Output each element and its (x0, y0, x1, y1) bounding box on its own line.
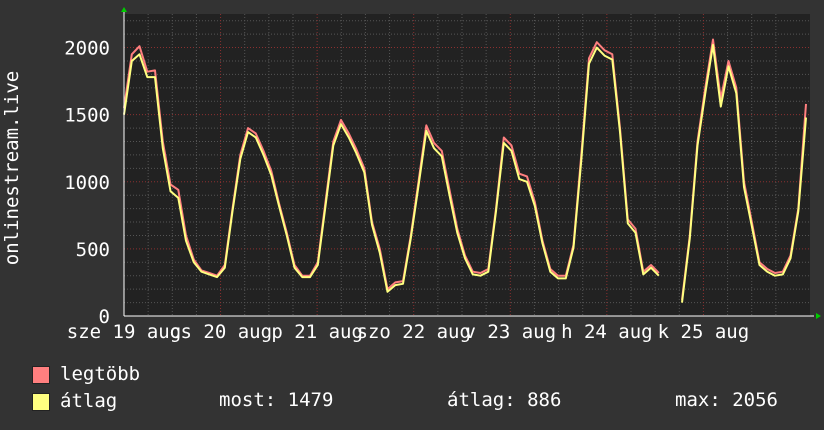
x-tick-label: v 23 aug (465, 321, 557, 343)
x-tick-label: k 25 aug (658, 321, 750, 343)
legend-label-avg: átlag (60, 390, 118, 412)
x-axis-arrow-icon (816, 313, 821, 319)
x-tick-label: p 21 aug (271, 321, 363, 343)
x-tick-label: szo 22 aug (357, 321, 471, 343)
x-tick-label: h 24 aug (561, 321, 653, 343)
y-tick-label: 500 (76, 239, 110, 261)
y-tick-label: 2000 (64, 38, 110, 60)
y-tick-label: 1500 (64, 105, 110, 127)
legend-swatch-max (32, 366, 50, 384)
y-tick-label: 1000 (64, 172, 110, 194)
y-axis-label: onlinestream.live (1, 71, 23, 265)
plot-area (124, 14, 810, 316)
x-tick-label: sze 19 aug (67, 321, 181, 343)
legend-swatch-avg (32, 393, 50, 411)
legend-label-max: legtöbb (60, 363, 141, 385)
y-axis-arrow-icon (121, 7, 127, 12)
stat-current: most: 1479 (219, 389, 334, 411)
x-tick-label: cs 20 aug (169, 321, 272, 343)
stat-average: átlag: 886 (447, 389, 562, 411)
stat-max: max: 2056 (675, 389, 778, 411)
